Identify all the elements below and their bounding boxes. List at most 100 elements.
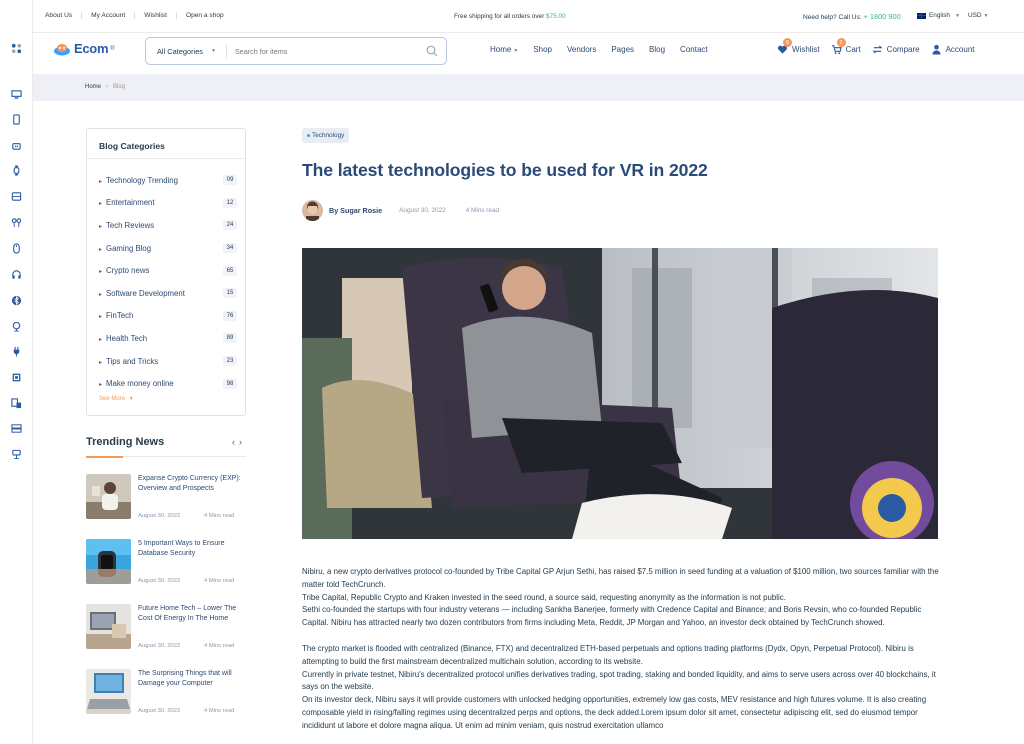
watch-icon[interactable] [10,164,22,176]
article-date: August 30, 2022 [399,207,446,214]
chevron-right-icon[interactable]: › [239,437,246,447]
category-icon-rail [0,0,33,744]
article-category-tag[interactable]: Technology [302,128,350,143]
compare-icon [872,45,883,54]
trending-item-date: August 30, 2022 [138,708,181,714]
category-label: Make money online [99,379,174,388]
logo-registered: ® [110,45,115,52]
trending-item-title: 5 Important Ways to Ensure Database Secu… [138,540,225,557]
earbuds-icon[interactable] [10,216,22,228]
trending-item-date: August 30, 2022 [138,643,181,649]
help-phone[interactable]: + 1800 900 [863,12,900,21]
grid-icon[interactable] [10,42,22,54]
category-item[interactable]: Crypto news 65 [99,259,237,282]
cart-button[interactable]: 2 Cart [831,38,861,55]
bluetooth-icon[interactable] [10,294,22,306]
trending-item-title: Expanse Crypto Currency (EXP): Overview … [138,475,241,492]
server-icon[interactable] [10,422,22,434]
category-item[interactable]: Make money online 98 [99,372,237,395]
category-label: Entertainment [99,198,155,207]
lamp-icon[interactable] [10,320,22,332]
robot-icon[interactable] [10,139,22,151]
nav-home-label: Home [490,45,512,54]
cart-label: Cart [845,45,861,54]
category-list: Technology Trending 09 Entertainment 12 Te… [99,169,237,395]
monitor-icon[interactable] [10,88,22,100]
article-paragraph: On its investor deck, Nibiru says it wil… [302,695,927,730]
breadcrumb-home[interactable]: Home [85,84,101,90]
drive-icon[interactable] [10,190,22,202]
top-link-about[interactable]: About Us [45,12,83,19]
search-icon[interactable] [426,45,438,57]
trending-item[interactable]: 5 Important Ways to Ensure Database Secu… [86,539,246,585]
promo-text: Free shipping for all orders over [454,13,546,20]
top-bar: About Us My Account Wishlist Open a shop… [33,0,1024,33]
nav-vendors[interactable]: Vendors [567,45,596,54]
language-select[interactable]: English ▼ [917,12,960,19]
article-hero-image [302,248,938,539]
trending-item-date: August 30, 2022 [138,578,181,584]
trending-item[interactable]: Future Home Tech – Lower The Cost Of Ene… [86,604,246,650]
tablet-icon[interactable] [10,113,22,125]
user-icon [931,44,941,55]
nav-pages[interactable]: Pages [611,45,634,54]
category-count: 24 [223,220,237,231]
category-item[interactable]: Technology Trending 09 [99,169,237,192]
headphones-icon[interactable] [10,268,22,280]
chevron-down-icon: ▼ [211,48,216,54]
author-name[interactable]: By Sugar Rosie [329,206,382,215]
category-count: 23 [223,356,237,367]
category-count: 15 [223,288,237,299]
mouse-icon[interactable] [10,242,22,254]
category-count: 34 [223,243,237,254]
currency-select[interactable]: USD ▼ [968,12,988,19]
category-item[interactable]: Health Tech 89 [99,327,237,350]
language-label: English [929,12,950,19]
nav-blog[interactable]: Blog [649,45,665,54]
category-count: 98 [223,378,237,389]
top-link-account[interactable]: My Account [82,12,136,19]
article-meta: By Sugar Rosie August 30, 2022 4 Mins re… [302,200,499,221]
article-paragraph: Sethi co-founded the startups with four … [302,605,922,628]
category-item[interactable]: Gaming Blog 34 [99,237,237,260]
wishlist-label: Wishlist [792,45,820,54]
nav-contact[interactable]: Contact [680,45,708,54]
account-button[interactable]: Account [931,44,975,55]
devices-icon[interactable] [10,397,22,409]
category-item[interactable]: Tips and Tricks 23 [99,350,237,373]
trending-item-read: 4 Mins read [204,643,235,649]
nav-home[interactable]: Home ▼ [490,45,518,54]
category-label: Health Tech [99,334,147,343]
see-more-link[interactable]: See More ▼ [99,396,134,402]
category-item[interactable]: FinTech 76 [99,305,237,328]
trending-thumbnail [86,669,131,714]
category-item[interactable]: Software Development 15 [99,282,237,305]
compare-button[interactable]: Compare [872,44,920,55]
trending-item[interactable]: The Surprising Things that will Damage y… [86,669,246,715]
chevron-down-icon: ▼ [128,396,134,402]
logo-text: Ecom [74,41,109,56]
wishlist-button[interactable]: 6 Wishlist [777,38,820,55]
category-select[interactable]: All Categories ▼ [146,44,227,58]
search-input[interactable] [226,46,417,56]
trending-divider [86,456,246,458]
top-link-wishlist[interactable]: Wishlist [135,12,177,19]
top-link-open-shop[interactable]: Open a shop [177,12,233,19]
desk-lamp-icon[interactable] [10,448,22,460]
site-logo[interactable]: Ecom ® [52,41,115,56]
nav-shop[interactable]: Shop [533,45,552,54]
chevron-down-icon: ▼ [983,13,989,19]
category-item[interactable]: Tech Reviews 24 [99,214,237,237]
category-select-label: All Categories [157,46,204,56]
category-item[interactable]: Entertainment 12 [99,192,237,215]
trending-thumbnail [86,604,131,649]
blog-categories-title: Blog Categories [99,141,165,151]
trending-item-date: August 30, 2022 [138,513,181,519]
trending-item[interactable]: Expanse Crypto Currency (EXP): Overview … [86,474,246,520]
account-label: Account [945,45,975,54]
plug-icon[interactable] [10,345,22,357]
cpu-icon[interactable] [10,371,22,383]
chevron-left-icon[interactable]: ‹ [232,437,239,447]
currency-label: USD [968,12,982,19]
author-avatar[interactable] [302,200,323,221]
